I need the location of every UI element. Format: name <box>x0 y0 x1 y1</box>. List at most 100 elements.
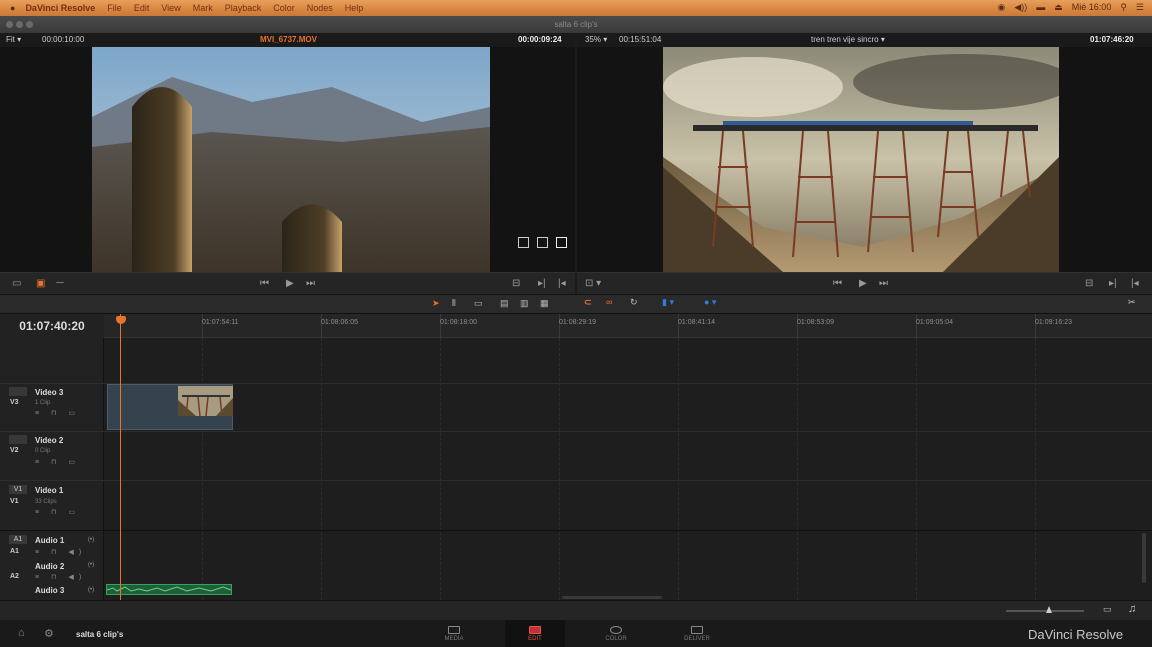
track-v1-controls-icon[interactable]: ≡ ⊓ ▭ <box>35 508 80 516</box>
audio-meter-icon[interactable]: ♫ <box>1128 603 1136 615</box>
eject-icon[interactable]: ⏏ <box>1054 2 1063 13</box>
track-v3-box[interactable] <box>9 387 27 396</box>
timeline-ruler[interactable]: 01:07:54:11 01:08:06:05 01:08:18:00 01:0… <box>104 314 1152 338</box>
timeline-mark-in-icon[interactable]: ▸| <box>1109 278 1117 289</box>
menu-help[interactable]: Help <box>345 3 364 13</box>
source-mark-in-icon[interactable]: ▸| <box>538 278 546 289</box>
replace-clip-icon[interactable]: ▦ <box>540 298 549 309</box>
timeline-play-icon[interactable]: ▶ <box>859 278 867 289</box>
timeline-mark-icon[interactable]: ⊟ <box>1085 278 1093 289</box>
layout-single-icon[interactable] <box>518 237 529 248</box>
source-next-icon[interactable]: ⏭ <box>306 278 315 289</box>
audio-clip-a3[interactable] <box>106 584 232 595</box>
timeline-viewer[interactable] <box>577 47 1152 272</box>
menu-view[interactable]: View <box>161 3 180 13</box>
gear-icon[interactable]: ⚙ <box>44 627 54 640</box>
track-a1-controls-icon[interactable]: ≡ ⊓ ◀) <box>35 548 86 556</box>
timeline-next-icon[interactable]: ⏭ <box>879 278 888 289</box>
menu-nodes[interactable]: Nodes <box>307 3 333 13</box>
menu-playback[interactable]: Playback <box>225 3 262 13</box>
track-v2-controls-icon[interactable]: ≡ ⊓ ▭ <box>35 458 80 466</box>
waveform-icon[interactable]: ⁓ <box>56 278 64 287</box>
timeline-transport-bar: ⊡ ▾ ⏮ ▶ ⏭ ⊟ ▸| |◂ <box>577 272 1152 294</box>
timeline-zoom-dropdown[interactable]: 35% ▾ <box>585 33 607 47</box>
timeline-duration: 00:15:51:04 <box>619 35 662 44</box>
loop-icon[interactable]: ↻ <box>630 297 638 308</box>
battery-icon[interactable]: ▬ <box>1036 2 1045 13</box>
menu-mark[interactable]: Mark <box>193 3 213 13</box>
deliver-page-icon <box>691 626 703 634</box>
track-a2-controls-icon[interactable]: ≡ ⊓ ◀) <box>35 573 86 581</box>
timeline-name-dropdown[interactable]: tren tren vije sincro ▾ <box>811 33 885 47</box>
timeline-view-icon[interactable]: ▭ <box>1103 604 1112 615</box>
selection-tool-icon[interactable]: ➤ <box>432 298 440 309</box>
layout-fullscreen-icon[interactable] <box>556 237 567 248</box>
menu-color[interactable]: Color <box>273 3 295 13</box>
tab-deliver[interactable]: DELIVER <box>667 620 727 647</box>
track-v2-name[interactable]: Video 2 <box>35 436 63 445</box>
timeline-tracks[interactable] <box>104 314 1152 600</box>
menu-app-name[interactable]: DaVinci Resolve <box>25 3 95 13</box>
zoom-slider-track[interactable] <box>1006 610 1084 612</box>
overwrite-clip-icon[interactable]: ▥ <box>520 298 529 309</box>
track-v3-controls-icon[interactable]: ≡ ⊓ ▭ <box>35 409 80 417</box>
film-strip-icon[interactable]: ▣ <box>36 278 45 289</box>
source-viewer[interactable] <box>0 47 575 272</box>
zoom-button[interactable] <box>26 21 33 28</box>
track-a3-stereo: (•) <box>88 587 95 593</box>
track-v1-name[interactable]: Video 1 <box>35 486 63 495</box>
source-mark-icon[interactable]: ⊟ <box>512 278 520 289</box>
source-zoom-dropdown[interactable]: Fit ▾ <box>6 33 21 47</box>
tab-media[interactable]: MEDIA <box>424 620 484 647</box>
timeline-mark-out-icon[interactable]: |◂ <box>1131 278 1139 289</box>
tab-edit[interactable]: EDIT <box>505 620 565 647</box>
trim-tool-icon[interactable]: ⫴ <box>452 298 456 309</box>
vertical-scrollbar[interactable] <box>1142 533 1146 583</box>
track-v2-box[interactable] <box>9 435 27 444</box>
timeline-timecode[interactable]: 01:07:40:20 <box>0 314 104 338</box>
layout-dual-icon[interactable] <box>537 237 548 248</box>
flag-icon[interactable]: ▮ ▾ <box>662 297 674 308</box>
timeline-zoom-label: 35% <box>585 35 602 44</box>
home-icon[interactable]: ⌂ <box>18 627 25 639</box>
menu-file[interactable]: File <box>107 3 122 13</box>
ruler-tick: 01:08:06:05 <box>321 319 358 326</box>
status-icon[interactable]: ◉ <box>998 2 1006 13</box>
horizontal-scrollbar[interactable] <box>562 596 662 599</box>
source-clip-name[interactable]: MVI_6737.MOV <box>260 33 317 47</box>
clock[interactable]: Mié 16:00 <box>1072 2 1112 13</box>
track-a1-box[interactable]: A1 <box>9 535 27 544</box>
track-v1-box[interactable]: V1 <box>9 485 27 494</box>
menu-edit[interactable]: Edit <box>134 3 150 13</box>
settings-tools-icon[interactable]: ✂ <box>1128 297 1136 308</box>
track-v3-name[interactable]: Video 3 <box>35 388 63 397</box>
video-clip-v3[interactable] <box>107 384 233 430</box>
timeline-previous-icon[interactable]: ⏮ <box>833 278 842 289</box>
timeline-viewer-timecode[interactable]: 01:07:46:20 <box>1090 33 1134 47</box>
source-timecode[interactable]: 00:00:09:24 <box>518 33 562 47</box>
snapping-icon[interactable]: ⊂ <box>584 297 592 308</box>
minimize-button[interactable] <box>16 21 23 28</box>
list-icon[interactable]: ☰ <box>1136 2 1144 13</box>
insert-clip-icon[interactable]: ▤ <box>500 298 509 309</box>
link-icon[interactable]: ∞ <box>606 297 612 307</box>
output-options-icon[interactable]: ⊡ ▾ <box>585 278 601 289</box>
search-icon[interactable]: ⚲ <box>1120 2 1127 13</box>
apple-icon[interactable]: ● <box>10 3 15 13</box>
source-mark-out-icon[interactable]: |◂ <box>558 278 566 289</box>
source-play-icon[interactable]: ▶ <box>286 278 294 289</box>
source-previous-icon[interactable]: ⏮ <box>260 278 269 289</box>
track-a3-name[interactable]: Audio 3 <box>35 586 64 595</box>
volume-icon[interactable]: ◀)) <box>1014 2 1027 13</box>
playhead-handle[interactable] <box>116 316 126 324</box>
tab-color[interactable]: COLOR <box>586 620 646 647</box>
track-a1-name[interactable]: Audio 1 <box>35 536 64 545</box>
clip-view-icon[interactable]: ▭ <box>12 278 21 289</box>
track-v2-id: V2 <box>10 447 19 454</box>
track-a2-name[interactable]: Audio 2 <box>35 562 64 571</box>
marker-icon[interactable]: ● ▾ <box>704 297 716 308</box>
timeline-viewer-header: 35% ▾ 00:15:51:04 tren tren vije sincro … <box>577 33 1152 47</box>
page-navigation-bar: ⌂ ⚙ salta 6 clip's MEDIA EDIT COLOR DELI… <box>0 620 1152 647</box>
blade-tool-icon[interactable]: ▭ <box>474 298 483 309</box>
close-button[interactable] <box>6 21 13 28</box>
